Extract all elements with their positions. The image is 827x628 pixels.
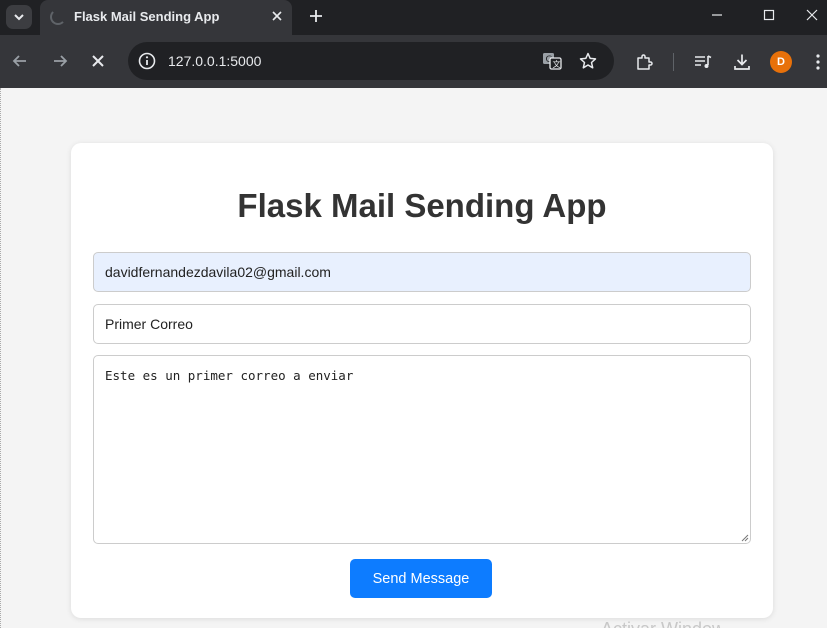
toolbar-separator	[673, 53, 674, 71]
translate-button[interactable]: G文	[542, 51, 562, 71]
forward-button[interactable]	[48, 49, 72, 73]
windows-activation-watermark: Activar Windows	[601, 618, 721, 628]
info-icon	[138, 52, 156, 70]
browser-titlebar: Flask Mail Sending App	[0, 0, 827, 35]
close-icon	[272, 11, 282, 21]
profile-avatar[interactable]: D	[770, 51, 792, 73]
minimize-icon	[712, 14, 722, 16]
close-icon	[806, 9, 818, 21]
page-viewport: Flask Mail Sending App Este es un primer…	[0, 88, 827, 628]
minimize-button[interactable]	[697, 0, 737, 30]
browser-tab-active[interactable]: Flask Mail Sending App	[40, 0, 292, 35]
url-text[interactable]: 127.0.0.1:5000	[168, 53, 261, 69]
send-message-button[interactable]: Send Message	[350, 559, 492, 598]
page-title: Flask Mail Sending App	[237, 187, 607, 224]
tab-close-button[interactable]	[267, 6, 287, 26]
subject-input[interactable]	[93, 304, 751, 344]
svg-text:文: 文	[553, 59, 561, 69]
tab-title: Flask Mail Sending App	[74, 9, 220, 24]
browser-menu-button[interactable]	[812, 50, 824, 74]
mail-form-card: Flask Mail Sending App Este es un primer…	[71, 143, 773, 618]
extensions-button[interactable]	[633, 51, 655, 73]
stop-loading-button[interactable]	[86, 49, 110, 73]
loading-spinner-icon	[50, 9, 66, 25]
queue-music-icon	[695, 55, 712, 68]
new-tab-button[interactable]	[304, 4, 328, 28]
kebab-menu-icon	[816, 54, 820, 70]
downloads-button[interactable]	[731, 51, 753, 73]
maximize-icon	[763, 9, 775, 21]
tab-search-button[interactable]	[6, 5, 32, 29]
star-icon	[579, 52, 597, 69]
address-bar[interactable]: 127.0.0.1:5000 G文	[128, 42, 614, 80]
arrow-right-icon	[54, 55, 68, 67]
site-info-button[interactable]	[137, 51, 157, 71]
message-textarea[interactable]: Este es un primer correo a enviar	[93, 355, 751, 544]
media-controls-button[interactable]	[692, 51, 714, 73]
puzzle-icon	[637, 54, 653, 70]
maximize-button[interactable]	[749, 0, 789, 30]
plus-icon	[310, 10, 322, 22]
close-icon	[92, 55, 104, 67]
recipient-email-input[interactable]	[93, 252, 751, 292]
back-button[interactable]	[8, 49, 32, 73]
bookmark-star-button[interactable]	[578, 51, 598, 71]
close-window-button[interactable]	[797, 0, 827, 30]
arrow-left-icon	[12, 55, 26, 67]
download-icon	[734, 54, 750, 70]
translate-icon: G文	[543, 53, 562, 70]
resize-grip-icon[interactable]	[739, 532, 749, 542]
chevron-down-icon	[14, 14, 24, 21]
browser-toolbar: 127.0.0.1:5000 G文 D	[0, 35, 827, 88]
